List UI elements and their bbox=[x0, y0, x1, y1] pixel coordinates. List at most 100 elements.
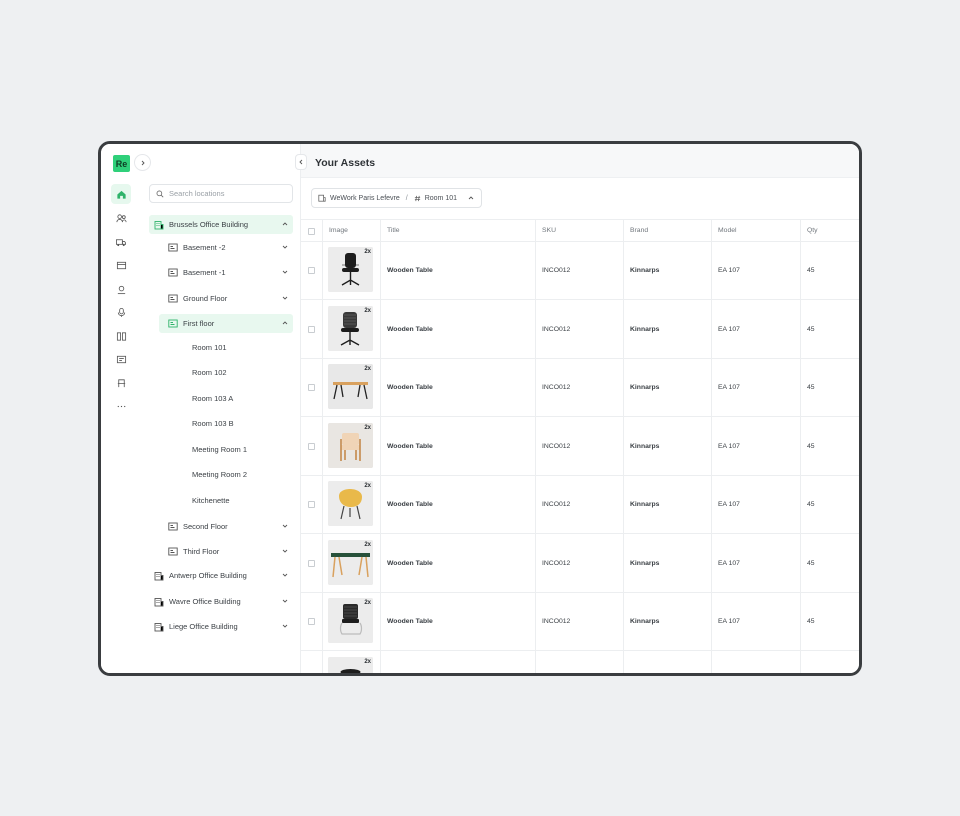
tree-floor-basement-1[interactable]: Basement -1 bbox=[163, 263, 293, 282]
table-row[interactable]: 2x Wooden Table INCO012 Kinnarps EA 107 … bbox=[301, 476, 859, 534]
hash-icon bbox=[414, 195, 420, 201]
header-sku[interactable]: SKU bbox=[542, 227, 556, 234]
row-checkbox[interactable] bbox=[308, 442, 315, 450]
cell-sku: INCO012 bbox=[542, 267, 571, 274]
table-header: Image Title SKU Brand Model Qty bbox=[301, 219, 859, 242]
tree-room[interactable]: Room 103 A bbox=[192, 389, 292, 408]
tree-floor-second[interactable]: Second Floor bbox=[163, 517, 293, 536]
cabinet-icon bbox=[116, 331, 126, 341]
chevron-down-icon bbox=[282, 270, 288, 274]
row-checkbox[interactable] bbox=[308, 384, 315, 391]
collapse-panel-button[interactable] bbox=[296, 155, 306, 169]
table-row[interactable]: 2x bbox=[301, 652, 859, 673]
cell-sku: INCO012 bbox=[542, 501, 571, 508]
tree-label: Ground Floor bbox=[183, 294, 228, 303]
cell-qty: 45 bbox=[807, 618, 815, 625]
quantity-badge: 2x bbox=[364, 483, 371, 489]
tree-building-brussels[interactable]: Brussels Office Building bbox=[149, 215, 293, 234]
asset-thumbnail[interactable]: 2x bbox=[328, 656, 373, 673]
cell-model: EA 107 bbox=[718, 501, 740, 508]
tree-room[interactable]: Meeting Room 2 bbox=[192, 465, 292, 484]
header-title[interactable]: Title bbox=[387, 227, 400, 234]
nav-people[interactable] bbox=[111, 208, 131, 228]
home-icon bbox=[116, 190, 126, 199]
tree-floor-basement-2[interactable]: Basement -2 bbox=[163, 238, 293, 257]
tree-building-antwerp[interactable]: Antwerp Office Building bbox=[149, 566, 293, 585]
tree-building-wavre[interactable]: Wavre Office Building bbox=[149, 592, 293, 611]
header-qty[interactable]: Qty bbox=[807, 227, 818, 234]
asset-thumbnail[interactable]: 2x bbox=[328, 598, 373, 643]
asset-thumbnail[interactable]: 2x bbox=[328, 364, 373, 409]
table-row[interactable]: 2x Wooden Table INCO012 Kinnarps EA 107 … bbox=[301, 418, 859, 476]
tree-label: Antwerp Office Building bbox=[169, 571, 247, 580]
tree-room[interactable]: Meeting Room 1 bbox=[192, 440, 292, 459]
users-icon bbox=[116, 213, 126, 222]
row-checkbox[interactable] bbox=[308, 325, 315, 333]
breadcrumb-room[interactable]: Room 101 bbox=[425, 195, 457, 202]
chevron-down-icon bbox=[282, 245, 288, 249]
cell-model: EA 107 bbox=[718, 384, 740, 391]
nav-microphone[interactable] bbox=[111, 302, 131, 322]
header-model[interactable]: Model bbox=[718, 227, 737, 234]
nav-home[interactable] bbox=[111, 184, 131, 204]
tree-room[interactable]: Kitchenette bbox=[192, 491, 292, 510]
asset-thumbnail[interactable]: 2x bbox=[328, 247, 373, 292]
row-checkbox[interactable] bbox=[308, 267, 315, 274]
building-icon bbox=[153, 597, 164, 607]
tree-label: Basement -1 bbox=[183, 268, 226, 277]
row-checkbox[interactable] bbox=[308, 618, 315, 625]
breadcrumb[interactable]: WeWork Paris Lefevre / Room 101 bbox=[311, 188, 483, 208]
tree-building-liege[interactable]: Liege Office Building bbox=[149, 617, 293, 636]
nav-location[interactable] bbox=[111, 279, 131, 299]
expand-rail-button[interactable] bbox=[135, 155, 150, 170]
table-row[interactable]: 2x Wooden Table INCO012 Kinnarps EA 107 … bbox=[301, 242, 859, 300]
chevron-up-icon bbox=[282, 321, 288, 325]
header-brand[interactable]: Brand bbox=[630, 227, 648, 234]
nav-storage[interactable] bbox=[111, 326, 131, 346]
table-row[interactable]: 2x Wooden Table INCO012 Kinnarps EA 107 … bbox=[301, 535, 859, 593]
breadcrumb-building[interactable]: WeWork Paris Lefevre bbox=[330, 195, 400, 202]
app-logo[interactable]: Re bbox=[113, 155, 130, 172]
search-icon bbox=[156, 190, 164, 197]
tree-floor-first[interactable]: First floor bbox=[159, 314, 293, 333]
breadcrumb-separator: / bbox=[405, 194, 408, 202]
tree-floor-ground[interactable]: Ground Floor bbox=[163, 289, 293, 308]
cell-sku: INCO012 bbox=[542, 325, 571, 333]
table-row[interactable]: 2x Wooden Table INCO012 Kinnarps EA 107 … bbox=[301, 593, 859, 651]
row-checkbox[interactable] bbox=[308, 501, 315, 508]
asset-thumbnail[interactable]: 2x bbox=[328, 422, 373, 468]
cell-brand: Kinnarps bbox=[630, 442, 660, 450]
asset-thumbnail[interactable]: 2x bbox=[328, 539, 373, 585]
asset-thumbnail[interactable]: 2x bbox=[328, 481, 373, 526]
inbox-icon bbox=[116, 261, 126, 269]
tree-room[interactable]: Room 102 bbox=[192, 363, 292, 382]
cell-brand: Kinnarps bbox=[630, 501, 660, 508]
table-row[interactable]: 2x Wooden Table INCO012 Kinnarps EA 107 … bbox=[301, 359, 859, 417]
nav-reports[interactable] bbox=[111, 349, 131, 369]
more-dots-icon bbox=[117, 405, 125, 407]
select-all-checkbox[interactable] bbox=[308, 228, 315, 235]
asset-thumbnail[interactable]: 2x bbox=[328, 305, 373, 351]
nav-delivery[interactable] bbox=[111, 232, 131, 252]
nav-more[interactable] bbox=[111, 396, 131, 416]
chair-icon bbox=[117, 378, 125, 387]
table-row[interactable]: 2x Wooden Table INCO012 Kinnarps EA 107 … bbox=[301, 301, 859, 359]
cell-qty: 45 bbox=[807, 267, 815, 274]
tree-floor-third[interactable]: Third Floor bbox=[163, 542, 293, 561]
cell-brand: Kinnarps bbox=[630, 618, 660, 625]
microphone-icon bbox=[117, 307, 125, 317]
nav-inbox[interactable] bbox=[111, 255, 131, 275]
tree-room[interactable]: Room 103 B bbox=[192, 414, 292, 433]
location-search[interactable] bbox=[149, 184, 293, 203]
cell-model: EA 107 bbox=[718, 325, 740, 333]
header-image[interactable]: Image bbox=[329, 227, 348, 234]
main-content: Your Assets WeWork Paris Lefevre / Room … bbox=[301, 144, 859, 673]
row-checkbox[interactable] bbox=[308, 559, 315, 567]
building-icon bbox=[153, 220, 164, 230]
tree-room[interactable]: Room 101 bbox=[192, 338, 292, 357]
search-input[interactable] bbox=[169, 189, 289, 198]
tree-label: Room 101 bbox=[192, 343, 227, 352]
quantity-badge: 2x bbox=[364, 307, 371, 314]
nav-furniture[interactable] bbox=[111, 373, 131, 393]
tree-label: Brussels Office Building bbox=[169, 220, 249, 229]
